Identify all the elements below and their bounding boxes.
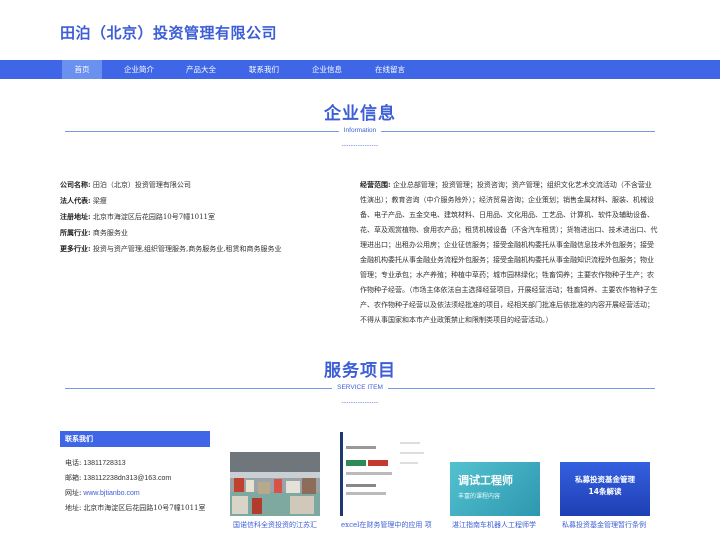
main-nav: 首页 企业简介 产品大全 联系我们 企业信息 在线留言: [0, 60, 720, 79]
company-section-title: 企业信息: [324, 104, 396, 124]
company-name-value: 田泊（北京）投资管理有限公司: [92, 181, 191, 189]
contact-phone-label: 电话:: [65, 459, 82, 467]
company-info-left: 公司名称: 田泊（北京）投资管理有限公司 法人代表: 梁瘦 注册地址: 北京市海…: [60, 177, 330, 257]
service-section-subtitle-text: SERVICE ITEM: [332, 384, 388, 391]
service-section-subtitle: SERVICE ITEM: [0, 384, 720, 391]
nav-item-message[interactable]: 在线留言: [369, 60, 411, 79]
fund-banner-sub: 14条解读: [588, 487, 622, 496]
legal-rep-value: 梁瘦: [92, 197, 107, 205]
company-section-subtitle-text: Information: [338, 127, 382, 134]
industry-row: 所属行业: 商务服务业: [60, 225, 330, 241]
service-caption-2[interactable]: excel在财务管理中的应用 项: [341, 520, 433, 530]
warehouse-image: [230, 452, 320, 516]
nav-item-products[interactable]: 产品大全: [180, 60, 222, 79]
company-section-subtitle: Information: [0, 127, 720, 134]
industry-label: 所属行业:: [60, 228, 91, 237]
legal-rep-row: 法人代表: 梁瘦: [60, 193, 330, 209]
contact-address-value: 北京市海淀区后花园路10号7幢1011室: [83, 504, 206, 512]
contact-header: 联系我们: [60, 431, 210, 447]
industry-value: 商务服务业: [92, 229, 128, 237]
service-section-dashes: ----------------: [341, 400, 379, 406]
company-name-label: 公司名称:: [60, 180, 91, 189]
contact-email-value: 138112238dn313@163.com: [83, 475, 172, 482]
business-scope-label: 经营范围:: [360, 180, 391, 189]
more-industry-label: 更多行业:: [60, 244, 91, 253]
contact-title: 联系我们: [65, 434, 93, 443]
company-section-dashes: ----------------: [341, 143, 379, 149]
engineer-banner-bg: [450, 462, 540, 516]
reg-address-value: 北京市海淀区后花园路10号7幢1011室: [92, 213, 216, 221]
legal-rep-label: 法人代表:: [60, 196, 91, 205]
spreadsheet-image: [340, 432, 432, 516]
contact-website-link[interactable]: www.bjtianbo.com: [83, 490, 139, 497]
nav-item-home[interactable]: 首页: [62, 60, 102, 79]
company-name-row: 公司名称: 田泊（北京）投资管理有限公司: [60, 177, 330, 193]
contact-phone: 电话: 13811728313: [65, 456, 206, 471]
site-title: 田泊（北京）投资管理有限公司: [60, 24, 278, 42]
contact-list: 电话: 13811728313 邮箱: 138112238dn313@163.c…: [65, 456, 206, 516]
nav-item-about[interactable]: 企业简介: [118, 60, 160, 79]
service-thumb-1[interactable]: [230, 452, 320, 516]
nav-item-company-info[interactable]: 企业信息: [306, 60, 348, 79]
service-section-title: 服务项目: [324, 361, 396, 381]
service-caption-1[interactable]: 国诺信科全资投资的江苏汇: [233, 520, 323, 530]
fund-banner-title: 私募投资基金管理: [575, 475, 635, 484]
service-thumb-4[interactable]: 私募投资基金管理 14条解读: [560, 462, 650, 516]
contact-email: 邮箱: 138112238dn313@163.com: [65, 471, 206, 486]
contact-email-label: 邮箱:: [65, 474, 82, 482]
service-thumb-3[interactable]: 调试工程师 丰富的课程内容: [450, 462, 540, 516]
business-scope-value: 企业总部管理；投资管理；投资咨询；资产管理；组织文化艺术交流活动（不含营业性演出…: [360, 181, 658, 324]
engineer-banner-title: 调试工程师: [458, 474, 513, 487]
business-scope: 经营范围: 企业总部管理；投资管理；投资咨询；资产管理；组织文化艺术交流活动（不…: [360, 177, 658, 328]
more-industry-row: 更多行业: 投资与资产管理,组织管理服务,商务服务业,租赁和商务服务业: [60, 241, 330, 257]
service-caption-4[interactable]: 私募投资基金管理暂行条例: [562, 520, 654, 530]
contact-address: 地址: 北京市海淀区后花园路10号7幢1011室: [65, 501, 206, 516]
engineer-banner-sub: 丰富的课程内容: [458, 493, 501, 500]
reg-address-row: 注册地址: 北京市海淀区后花园路10号7幢1011室: [60, 209, 330, 225]
contact-phone-value: 13811728313: [83, 460, 126, 467]
reg-address-label: 注册地址:: [60, 212, 91, 221]
contact-address-label: 地址:: [65, 504, 82, 512]
contact-website: 网址: www.bjtianbo.com: [65, 486, 206, 501]
service-thumb-2[interactable]: [340, 432, 432, 516]
service-caption-3[interactable]: 湛江指南车机器人工程师学: [452, 520, 544, 530]
more-industry-value: 投资与资产管理,组织管理服务,商务服务业,租赁和商务服务业: [92, 245, 282, 253]
nav-item-contact[interactable]: 联系我们: [243, 60, 285, 79]
contact-website-label: 网址:: [65, 489, 82, 497]
